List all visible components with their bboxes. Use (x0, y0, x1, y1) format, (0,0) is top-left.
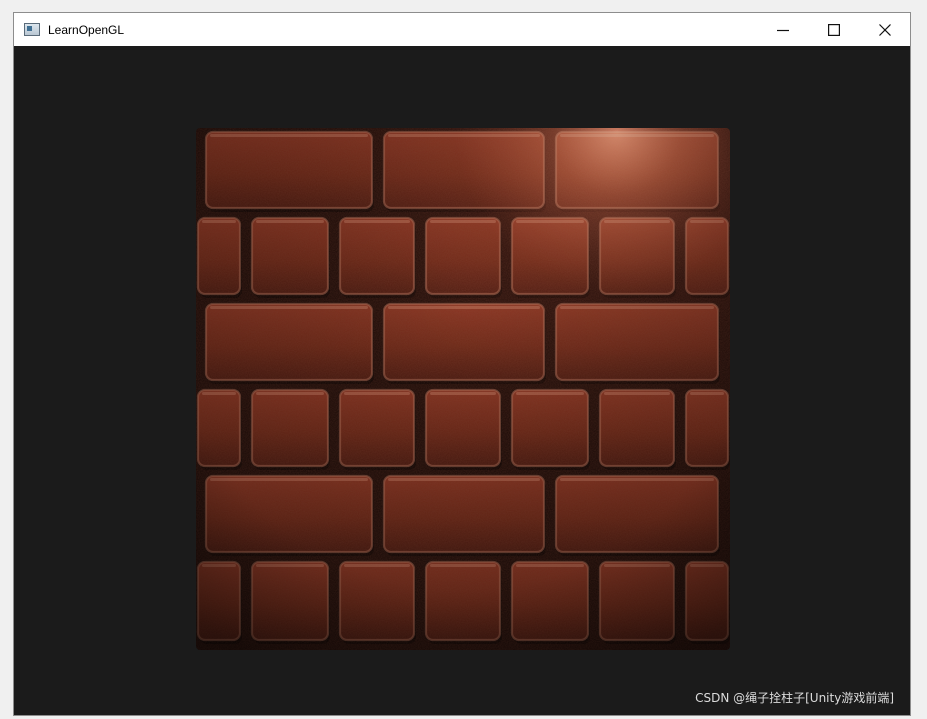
maximize-button[interactable] (808, 13, 859, 46)
minimize-button[interactable] (757, 13, 808, 46)
close-icon (878, 23, 891, 36)
opengl-viewport[interactable]: CSDN @绳子拴柱子[Unity游戏前端] (14, 46, 910, 715)
window-controls (757, 13, 910, 46)
brick-wall (196, 128, 730, 650)
brick-wall-render (196, 128, 730, 650)
opengl-window-icon (24, 23, 40, 36)
window-title: LearnOpenGL (48, 22, 125, 37)
csdn-watermark: CSDN @绳子拴柱子[Unity游戏前端] (695, 691, 894, 705)
title-bar[interactable]: LearnOpenGL (14, 13, 910, 46)
learnopengl-window: LearnOpenGL CSDN @绳子拴柱子[Unity游戏前端] (13, 12, 911, 716)
close-button[interactable] (859, 13, 910, 46)
minimize-icon (776, 29, 789, 31)
maximize-icon (827, 23, 840, 36)
screenshot-page: LearnOpenGL CSDN @绳子拴柱子[Unity游戏前端] (0, 0, 927, 719)
